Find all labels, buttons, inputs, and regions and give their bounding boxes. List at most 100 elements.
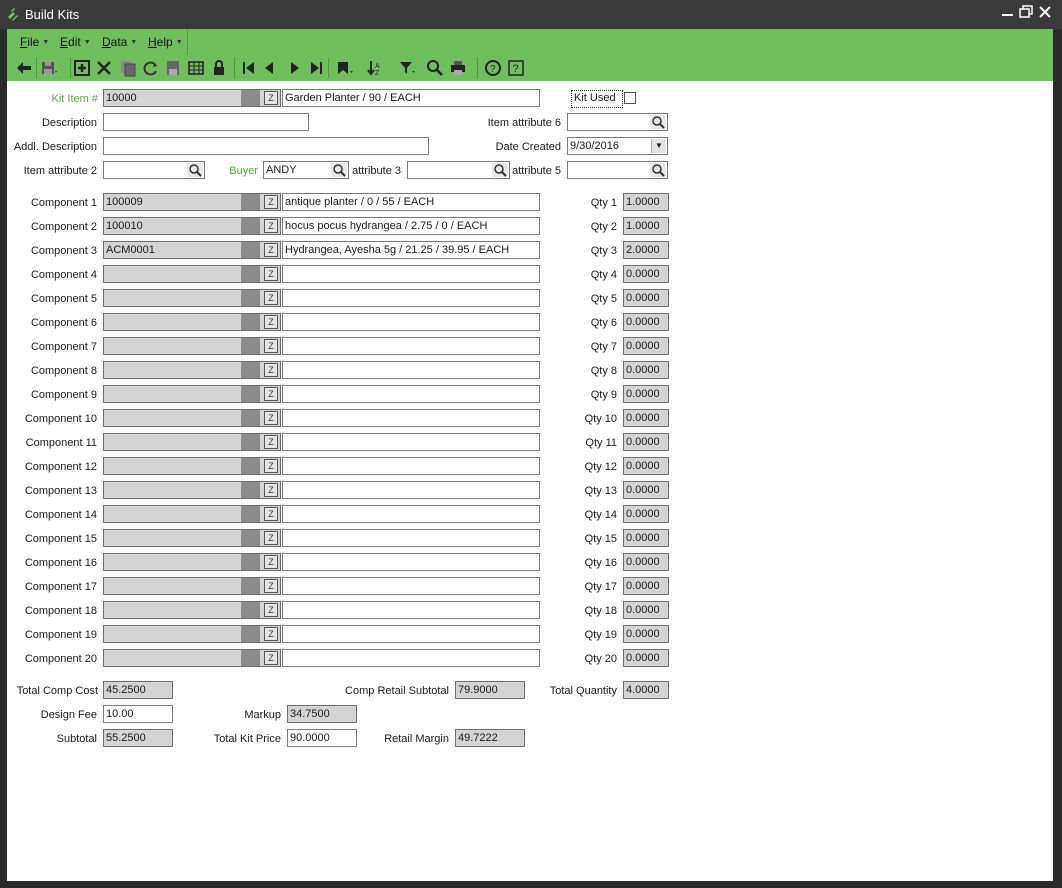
help-icon[interactable]: ? (506, 58, 526, 78)
component-qty-field[interactable]: 0.0000 (623, 529, 669, 547)
zoom-icon[interactable]: Z (264, 531, 278, 545)
zoom-icon[interactable]: Z (264, 627, 278, 641)
component-qty-field[interactable]: 0.0000 (623, 385, 669, 403)
menu-help[interactable]: Help ▼ (148, 35, 183, 49)
search-icon[interactable] (650, 115, 666, 129)
component-code-field[interactable]: Z (103, 433, 281, 451)
item-attribute-6-input[interactable] (567, 113, 668, 131)
search-icon[interactable] (187, 163, 203, 177)
print-icon[interactable] (448, 58, 468, 78)
component-code-field[interactable]: Z (103, 289, 281, 307)
component-code-field[interactable]: Z (103, 409, 281, 427)
component-qty-field[interactable]: 0.0000 (623, 553, 669, 571)
lock-icon[interactable] (209, 58, 229, 78)
save-all-icon[interactable] (163, 58, 183, 78)
buyer-input[interactable]: ANDY (263, 161, 349, 179)
component-qty-field[interactable]: 0.0000 (623, 601, 669, 619)
description-input[interactable] (103, 113, 309, 131)
support-icon[interactable]: ? (483, 58, 503, 78)
menu-edit[interactable]: Edit ▼ (60, 35, 91, 49)
component-code-field[interactable]: Z (103, 553, 281, 571)
refresh-icon[interactable] (141, 58, 161, 78)
attribute-5-input[interactable] (567, 161, 668, 179)
component-code-field[interactable]: Z (103, 457, 281, 475)
component-qty-field[interactable]: 0.0000 (623, 505, 669, 523)
design-fee-input[interactable]: 10.00 (103, 705, 173, 723)
component-code-field[interactable]: Z (103, 649, 281, 667)
component-qty-field[interactable]: 0.0000 (623, 313, 669, 331)
zoom-icon[interactable]: Z (264, 603, 278, 617)
sort-icon[interactable]: AZ (365, 58, 385, 78)
zoom-icon[interactable]: Z (264, 91, 278, 105)
component-qty-field[interactable]: 0.0000 (623, 409, 669, 427)
back-arrow-icon[interactable] (14, 58, 34, 78)
zoom-icon[interactable]: Z (264, 411, 278, 425)
attribute-3-input[interactable] (407, 161, 510, 179)
component-qty-field[interactable]: 2.0000 (623, 241, 669, 259)
chevron-down-icon[interactable]: ▼ (651, 139, 666, 153)
search-icon[interactable] (650, 163, 666, 177)
zoom-icon[interactable]: Z (264, 387, 278, 401)
component-qty-field[interactable]: 0.0000 (623, 481, 669, 499)
component-code-field[interactable]: 100009 Z (103, 193, 281, 211)
delete-icon[interactable] (94, 58, 114, 78)
zoom-icon[interactable]: Z (264, 315, 278, 329)
component-qty-field[interactable]: 0.0000 (623, 577, 669, 595)
search-icon[interactable] (492, 163, 508, 177)
add-icon[interactable] (72, 58, 92, 78)
previous-record-icon[interactable] (259, 58, 279, 78)
restore-icon[interactable] (1017, 5, 1035, 23)
zoom-icon[interactable]: Z (264, 291, 278, 305)
zoom-icon[interactable]: Z (264, 555, 278, 569)
zoom-icon[interactable]: Z (264, 195, 278, 209)
component-qty-field[interactable]: 0.0000 (623, 625, 669, 643)
component-qty-field[interactable]: 0.0000 (623, 337, 669, 355)
zoom-icon[interactable]: Z (264, 243, 278, 257)
component-qty-field[interactable]: 0.0000 (623, 265, 669, 283)
component-qty-field[interactable]: 0.0000 (623, 457, 669, 475)
zoom-icon[interactable]: Z (264, 459, 278, 473)
last-record-icon[interactable] (306, 58, 326, 78)
component-qty-field[interactable]: 0.0000 (623, 433, 669, 451)
component-qty-field[interactable]: 0.0000 (623, 649, 669, 667)
save-icon[interactable] (38, 58, 58, 78)
bookmark-icon[interactable] (334, 58, 354, 78)
filter-icon[interactable] (397, 58, 417, 78)
component-qty-field[interactable]: 0.0000 (623, 361, 669, 379)
component-code-field[interactable]: Z (103, 313, 281, 331)
zoom-icon[interactable]: Z (264, 435, 278, 449)
component-code-field[interactable]: ACM0001 Z (103, 241, 281, 259)
menu-data[interactable]: Data ▼ (102, 35, 137, 49)
zoom-icon[interactable]: Z (264, 579, 278, 593)
component-code-field[interactable]: Z (103, 577, 281, 595)
kit-item-field[interactable]: 10000 Z (103, 89, 281, 107)
grid-icon[interactable] (186, 58, 206, 78)
component-code-field[interactable]: Z (103, 625, 281, 643)
component-qty-field[interactable]: 1.0000 (623, 217, 669, 235)
component-qty-field[interactable]: 1.0000 (623, 193, 669, 211)
next-record-icon[interactable] (285, 58, 305, 78)
total-kit-price-input[interactable]: 90.0000 (287, 729, 357, 747)
copy-icon[interactable] (118, 58, 138, 78)
zoom-icon[interactable]: Z (264, 651, 278, 665)
zoom-icon[interactable]: Z (264, 363, 278, 377)
component-code-field[interactable]: Z (103, 361, 281, 379)
component-code-field[interactable]: Z (103, 385, 281, 403)
minimize-icon[interactable] (999, 5, 1017, 23)
zoom-icon[interactable]: Z (264, 267, 278, 281)
kit-used-checkbox[interactable] (624, 92, 636, 104)
component-code-field[interactable]: 100010 Z (103, 217, 281, 235)
search-icon[interactable] (425, 58, 445, 78)
zoom-icon[interactable]: Z (264, 339, 278, 353)
component-code-field[interactable]: Z (103, 481, 281, 499)
date-created-select[interactable]: 9/30/2016 ▼ (567, 137, 668, 155)
item-attribute-2-input[interactable] (103, 161, 205, 179)
search-icon[interactable] (331, 163, 347, 177)
zoom-icon[interactable]: Z (264, 507, 278, 521)
component-code-field[interactable]: Z (103, 337, 281, 355)
first-record-icon[interactable] (239, 58, 259, 78)
component-code-field[interactable]: Z (103, 265, 281, 283)
addl-description-input[interactable] (103, 137, 429, 155)
zoom-icon[interactable]: Z (264, 219, 278, 233)
component-code-field[interactable]: Z (103, 529, 281, 547)
